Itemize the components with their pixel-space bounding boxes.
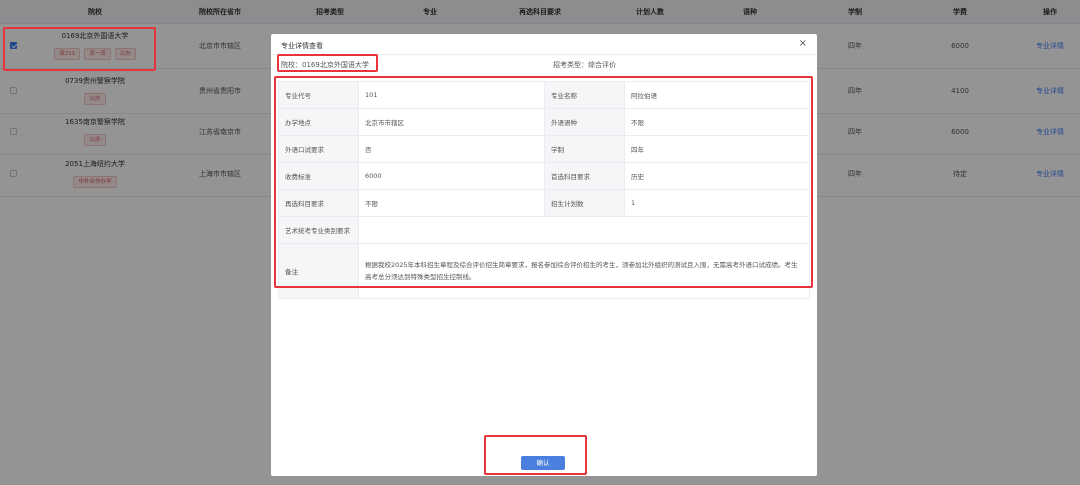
- detail-key: 招生计划数: [545, 190, 625, 216]
- detail-key: 再选科目要求: [279, 190, 359, 216]
- modal-admission-type: 招考类型：综合评价: [553, 61, 616, 69]
- detail-key: 收费标准: [279, 163, 359, 189]
- modal-title: 专业详情查看: [281, 42, 323, 50]
- detail-key: 备注: [279, 244, 359, 298]
- detail-value: 历史: [631, 173, 644, 181]
- detail-row: 办学地点 北京市市辖区 外语语种 不限: [279, 109, 809, 136]
- detail-value: 1: [631, 199, 636, 207]
- modal-school: 院校：0169北京外国语大学: [281, 61, 369, 69]
- detail-key: 学制: [545, 136, 625, 162]
- detail-value: 北京市市辖区: [359, 109, 545, 135]
- detail-row-note: 备注 根据我校2025年本科招生章程及综合评价招生简章要求，报名参加综合评价招生…: [279, 244, 809, 298]
- detail-key: 办学地点: [279, 109, 359, 135]
- detail-value: 不限: [631, 119, 644, 127]
- detail-row: 外语口试要求 否 学制 四年: [279, 136, 809, 163]
- detail-value: [359, 217, 809, 243]
- detail-key: 专业名称: [545, 82, 625, 108]
- note-text: 根据我校2025年本科招生章程及综合评价招生简章要求，报名参加综合评价招生的考生…: [365, 261, 798, 281]
- detail-key: 艺术统考专业类别要求: [279, 217, 359, 243]
- divider: [271, 54, 817, 55]
- detail-grid: 专业代号 101 专业名称 阿拉伯语 办学地点 北京市市辖区 外语语种 不限 外…: [278, 81, 810, 299]
- detail-value: 6000: [359, 163, 545, 189]
- detail-value: 101: [359, 82, 545, 108]
- close-icon[interactable]: ×: [799, 39, 807, 49]
- detail-row-art: 艺术统考专业类别要求: [279, 217, 809, 244]
- detail-value: 四年: [631, 146, 644, 154]
- detail-value: 否: [359, 136, 545, 162]
- detail-value: 阿拉伯语: [631, 92, 657, 100]
- detail-row: 专业代号 101 专业名称 阿拉伯语: [279, 82, 809, 109]
- detail-key: 外语口试要求: [279, 136, 359, 162]
- detail-row: 收费标准 6000 首选科目要求 历史: [279, 163, 809, 190]
- major-detail-modal: 专业详情查看 × 院校：0169北京外国语大学 招考类型：综合评价 专业代号 1…: [271, 34, 817, 476]
- detail-key: 外语语种: [545, 109, 625, 135]
- confirm-button[interactable]: 确认: [521, 456, 565, 470]
- detail-key: 专业代号: [279, 82, 359, 108]
- detail-row: 再选科目要求 不限 招生计划数 1: [279, 190, 809, 217]
- detail-key: 首选科目要求: [545, 163, 625, 189]
- detail-value: 不限: [359, 190, 545, 216]
